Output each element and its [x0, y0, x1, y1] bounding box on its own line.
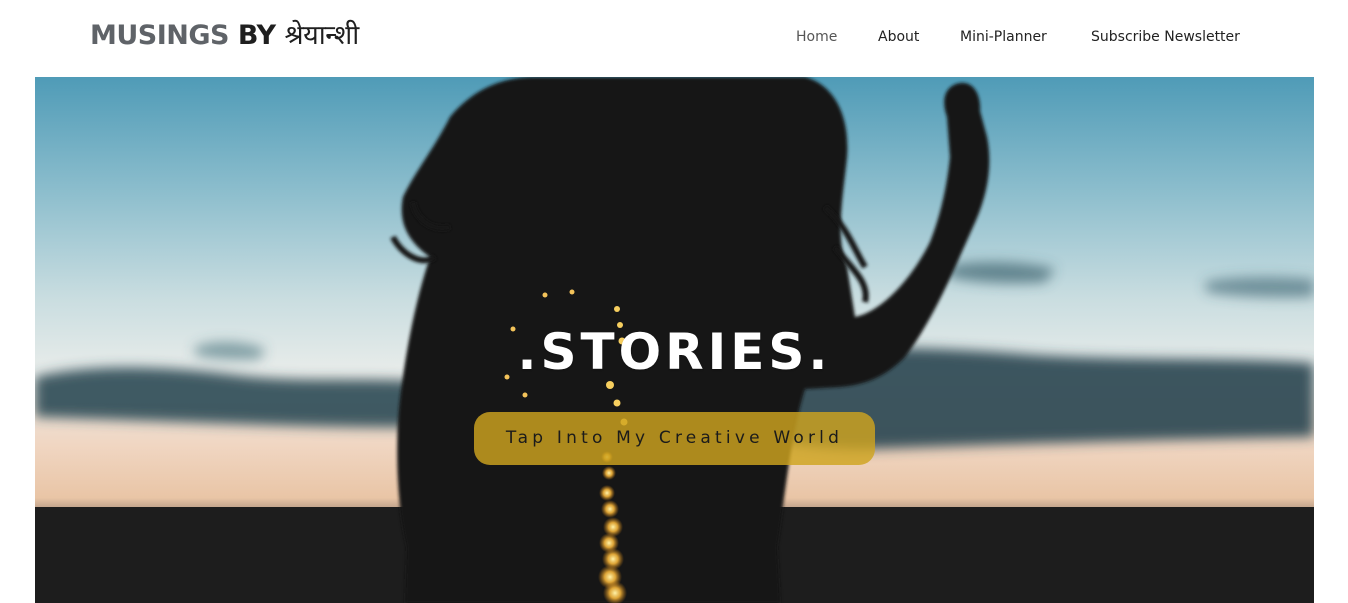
- hero-banner: .STORIES. Tap Into My Creative World: [35, 77, 1314, 603]
- nav-mini-planner-link[interactable]: Mini-Planner: [960, 27, 1047, 47]
- nav-home-link[interactable]: Home: [796, 27, 837, 47]
- site-logo[interactable]: MUSINGS BY श्रेयान्शी: [90, 17, 359, 55]
- hero-title: .STORIES.: [517, 323, 832, 381]
- nav-subscribe-newsletter-link[interactable]: Subscribe Newsletter: [1091, 27, 1240, 47]
- logo-part-by: BY: [237, 20, 285, 51]
- site-header: MUSINGS BY श्रेयान्शी Home About Mini-Pl…: [0, 0, 1348, 77]
- nav-about-link[interactable]: About: [878, 27, 919, 47]
- logo-part-name: श्रेयान्शी: [284, 20, 359, 51]
- logo-part-musings: MUSINGS: [90, 20, 238, 51]
- creative-world-button[interactable]: Tap Into My Creative World: [474, 412, 875, 465]
